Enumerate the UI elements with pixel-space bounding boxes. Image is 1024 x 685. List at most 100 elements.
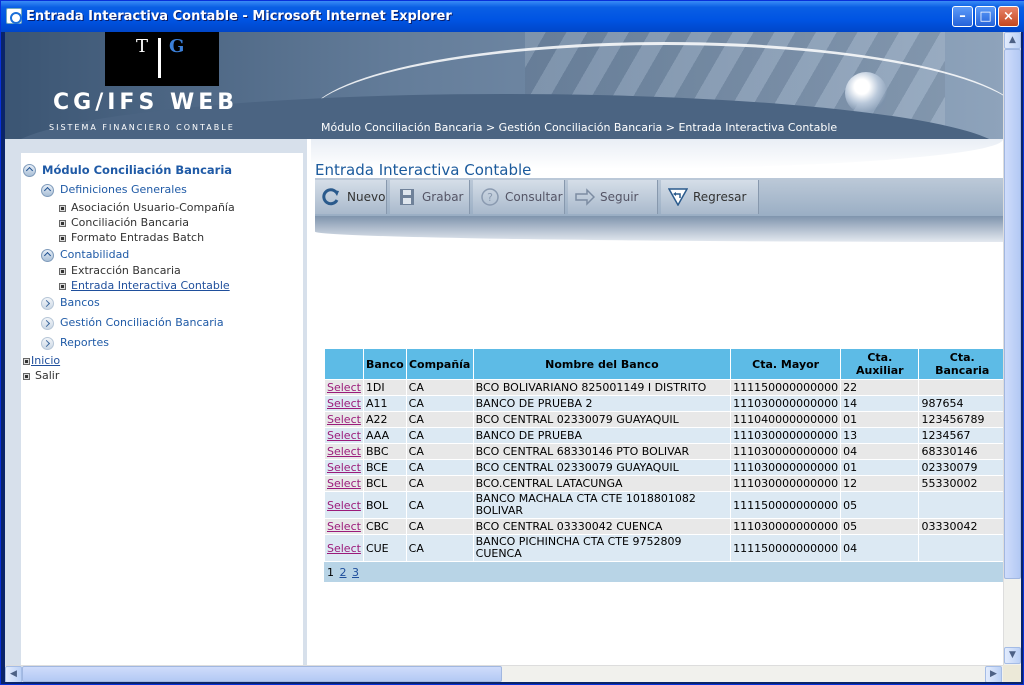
- select-link[interactable]: Select: [327, 445, 361, 458]
- sidebar-item-bancos[interactable]: Bancos: [41, 296, 100, 310]
- scrollbar-corner: [1003, 665, 1021, 682]
- regresar-button[interactable]: Regresar: [661, 180, 759, 214]
- cta-mayor-cell: 111030000000000: [730, 427, 842, 444]
- consultar-button[interactable]: ? Consultar: [473, 180, 565, 214]
- maximize-button[interactable]: □: [975, 6, 996, 27]
- cta-auxiliar-cell: 05: [840, 491, 920, 519]
- select-cell: Select: [324, 491, 364, 519]
- minimize-button[interactable]: –: [952, 6, 973, 27]
- cta-auxiliar-cell: 14: [840, 395, 920, 412]
- sidebar-item-formato-batch[interactable]: Formato Entradas Batch: [59, 231, 204, 244]
- scroll-down-icon[interactable]: ▼: [1004, 647, 1021, 664]
- table-row: Select BOL CA BANCO MACHALA CTA CTE 1018801…: [324, 491, 1006, 519]
- select-cell: Select: [324, 443, 364, 460]
- scroll-left-icon[interactable]: ◀: [5, 666, 22, 682]
- column-header-cta-auxiliar: Cta. Auxiliar: [840, 348, 920, 380]
- regresar-label: Regresar: [693, 190, 747, 204]
- banco-cell: BOL: [362, 491, 407, 519]
- nombre-cell: BANCO DE PRUEBA 2: [472, 395, 732, 412]
- select-link[interactable]: Select: [327, 397, 361, 410]
- page-2-link[interactable]: 2: [340, 566, 347, 579]
- select-cell: Select: [324, 534, 364, 562]
- banco-cell: CBC: [362, 518, 407, 535]
- sidebar-item-label[interactable]: Inicio: [31, 354, 60, 367]
- sidebar-item-gestion[interactable]: Gestión Conciliación Bancaria: [41, 316, 224, 330]
- grabar-button[interactable]: Grabar: [390, 180, 470, 214]
- nombre-cell: BCO CENTRAL 68330146 PTO BOLIVAR: [472, 443, 732, 460]
- vertical-scroll-thumb[interactable]: [1004, 49, 1021, 579]
- sidebar-item-label: Extracción Bancaria: [71, 264, 181, 277]
- cta-bancaria-cell: [918, 534, 1006, 562]
- cta-bancaria-cell: 55330002: [918, 475, 1006, 492]
- sidebar-item-salir[interactable]: Salir: [23, 369, 59, 382]
- cta-bancaria-cell: 68330146: [918, 443, 1006, 460]
- collapse-icon: [41, 248, 54, 262]
- cta-mayor-cell: 111150000000000: [730, 379, 842, 396]
- table-row: Select A11 CA BANCO DE PRUEBA 2 111030000000…: [324, 395, 1006, 412]
- select-link[interactable]: Select: [327, 413, 361, 426]
- column-header-cta-mayor: Cta. Mayor: [730, 348, 842, 380]
- vertical-scrollbar[interactable]: ▲ ▼: [1003, 32, 1021, 665]
- scroll-up-icon[interactable]: ▲: [1004, 32, 1021, 49]
- cta-auxiliar-cell: 01: [840, 459, 920, 476]
- select-link[interactable]: Select: [327, 542, 361, 555]
- compania-cell: CA: [405, 411, 474, 428]
- table-row: Select A22 CA BCO CENTRAL 02330079 GUAYAQUI…: [324, 411, 1006, 428]
- sidebar-item-conciliacion[interactable]: Conciliación Bancaria: [59, 216, 189, 229]
- sidebar-item-inicio[interactable]: Inicio: [23, 354, 60, 367]
- banco-cell: A22: [362, 411, 407, 428]
- page-3-link[interactable]: 3: [352, 566, 359, 579]
- bank-table: Banco Compañía Nombre del Banco Cta. May…: [324, 348, 1006, 562]
- cta-bancaria-cell: 02330079: [918, 459, 1006, 476]
- seguir-button[interactable]: Seguir: [568, 180, 658, 214]
- sidebar-item-asociacion[interactable]: Asociación Usuario-Compañía: [59, 201, 235, 214]
- cta-mayor-cell: 111150000000000: [730, 491, 842, 519]
- column-header-select: [324, 348, 364, 380]
- cta-mayor-cell: 111150000000000: [730, 534, 842, 562]
- collapse-icon: [41, 183, 54, 197]
- banner-orb: [845, 72, 887, 114]
- logo-letter-g: G: [169, 36, 185, 57]
- sidebar-item-label: Gestión Conciliación Bancaria: [60, 316, 224, 329]
- select-link[interactable]: Select: [327, 461, 361, 474]
- cta-mayor-cell: 111040000000000: [730, 411, 842, 428]
- sidebar-item-extraccion[interactable]: Extracción Bancaria: [59, 264, 181, 277]
- select-link[interactable]: Select: [327, 381, 361, 394]
- sidebar-tree: Módulo Conciliación Bancaria Definicione…: [21, 153, 303, 665]
- select-link[interactable]: Select: [327, 499, 361, 512]
- sidebar-item-contabilidad[interactable]: Contabilidad: [41, 248, 129, 262]
- select-cell: Select: [324, 379, 364, 396]
- sidebar-item-modulo-conciliacion[interactable]: Módulo Conciliación Bancaria: [23, 163, 232, 177]
- page-client-area: T G CG/IFS WEB SISTEMA FINANCIERO CONTAB…: [5, 32, 1021, 682]
- cta-mayor-cell: 111030000000000: [730, 459, 842, 476]
- banco-cell: A11: [362, 395, 407, 412]
- select-link[interactable]: Select: [327, 429, 361, 442]
- toolbar-decoration: [315, 216, 1003, 242]
- sidebar-item-entrada-interactiva[interactable]: Entrada Interactiva Contable: [59, 279, 230, 292]
- sidebar-item-label[interactable]: Entrada Interactiva Contable: [71, 279, 230, 292]
- compania-cell: CA: [405, 518, 474, 535]
- bullet-icon: [59, 234, 66, 242]
- sidebar-item-definiciones[interactable]: Definiciones Generales: [41, 183, 187, 197]
- window-title: Entrada Interactiva Contable - Microsoft…: [26, 9, 452, 24]
- select-cell: Select: [324, 411, 364, 428]
- nuevo-button[interactable]: Nuevo: [315, 180, 387, 214]
- scroll-right-icon[interactable]: ▶: [985, 666, 1002, 682]
- sidebar-item-reportes[interactable]: Reportes: [41, 336, 109, 350]
- horizontal-scroll-thumb[interactable]: [22, 666, 502, 682]
- save-icon: [400, 189, 414, 205]
- close-button[interactable]: ×: [998, 6, 1019, 27]
- cta-mayor-cell: 111030000000000: [730, 395, 842, 412]
- sidebar-item-label: Módulo Conciliación Bancaria: [42, 163, 233, 177]
- consultar-label: Consultar: [505, 190, 563, 204]
- bullet-icon: [59, 204, 66, 212]
- horizontal-scrollbar[interactable]: ◀ ▶: [5, 665, 1003, 682]
- select-link[interactable]: Select: [327, 520, 361, 533]
- question-icon: ?: [481, 188, 499, 206]
- select-link[interactable]: Select: [327, 477, 361, 490]
- cta-bancaria-cell: 1234567: [918, 427, 1006, 444]
- nombre-cell: BCO CENTRAL 03330042 CUENCA: [472, 518, 732, 535]
- arrow-right-icon: [41, 316, 54, 330]
- main-content: Entrada Interactiva Contable Nuevo Graba…: [311, 139, 1006, 665]
- return-icon: [668, 188, 688, 206]
